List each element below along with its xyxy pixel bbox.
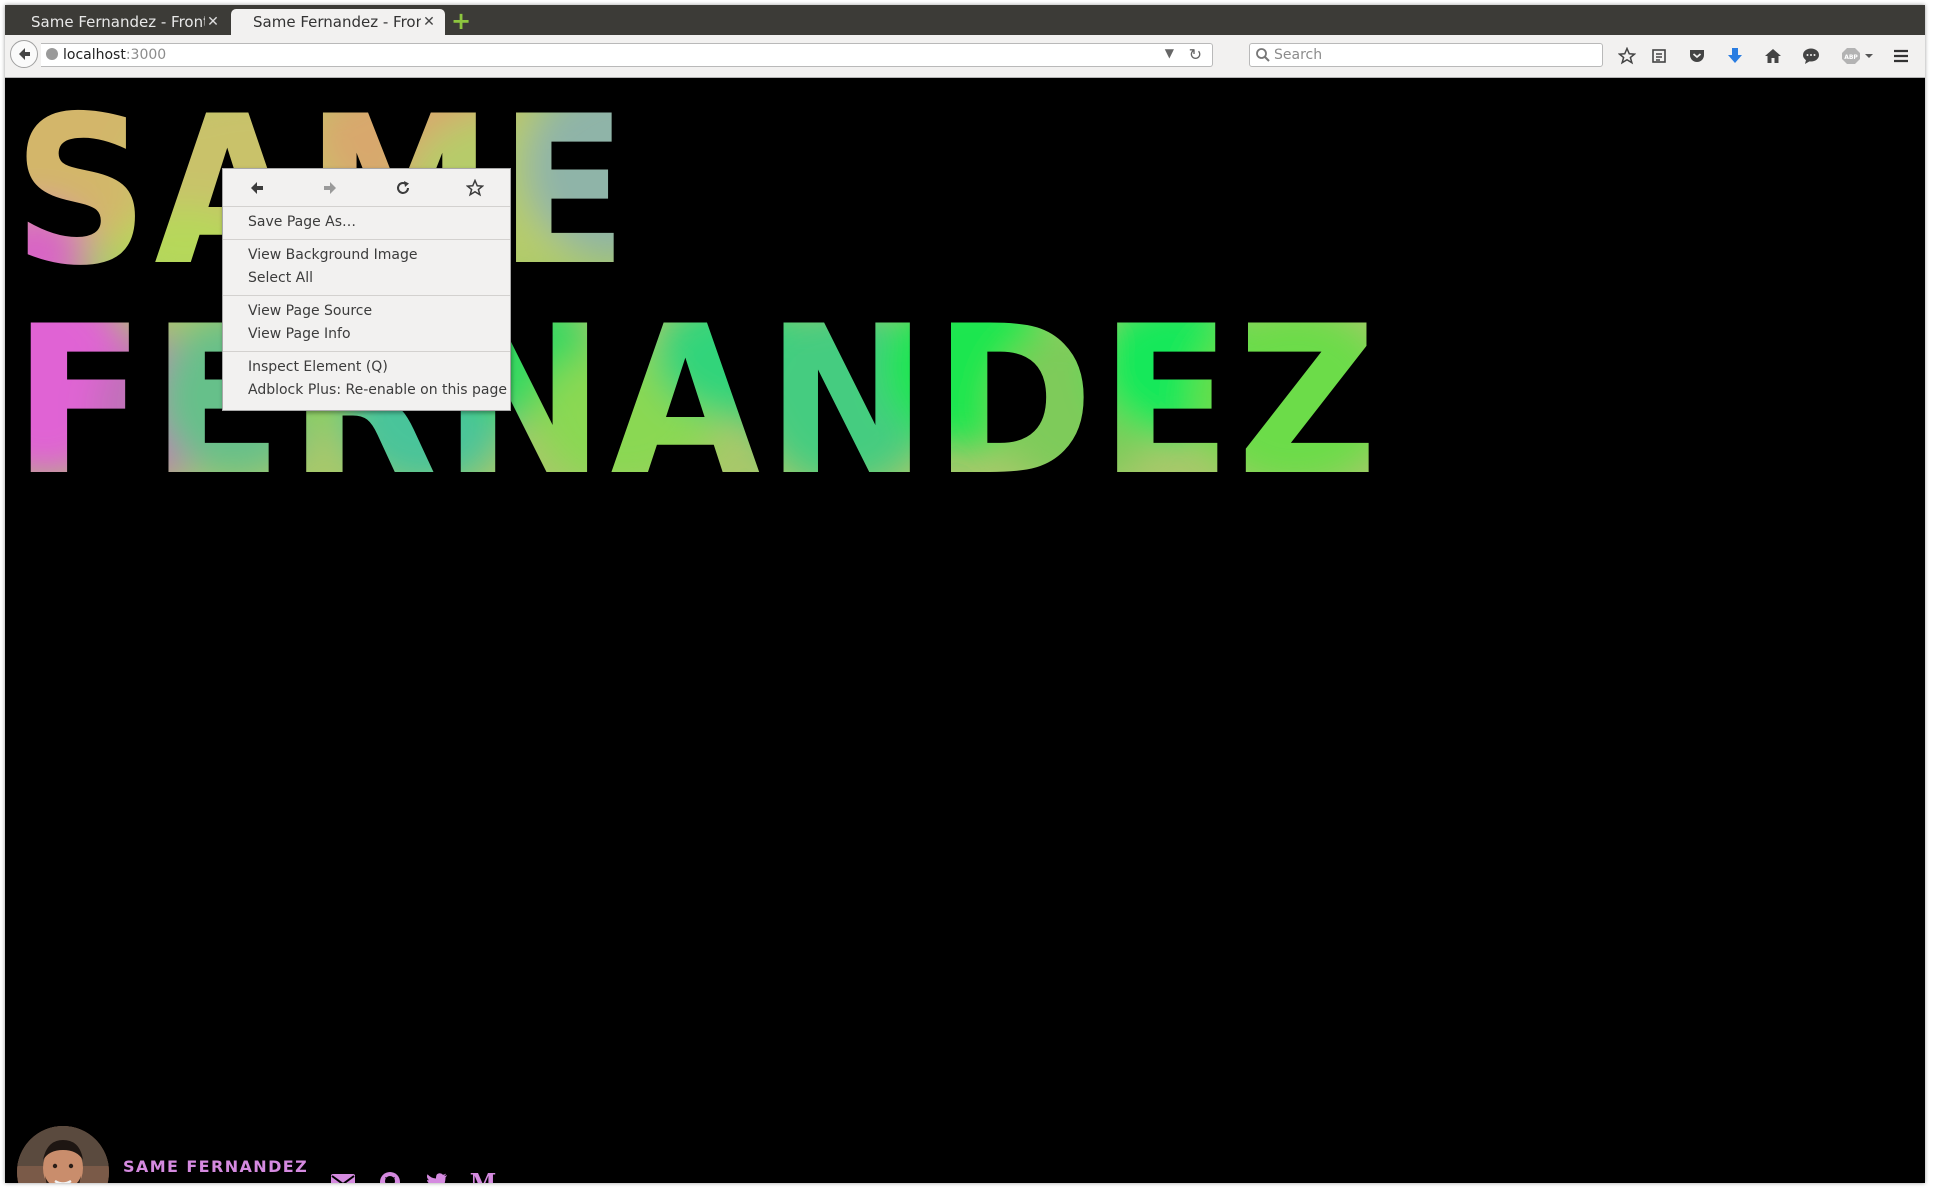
chevron-down-icon[interactable] (1862, 44, 1876, 68)
profile-name: SAME FERNANDEZ (123, 1157, 309, 1176)
back-button[interactable] (10, 40, 38, 68)
twitter-icon[interactable] (423, 1168, 451, 1183)
nav-bar: localhost:3000 ▼ ↻ Search ABP (5, 35, 1925, 78)
reading-list-icon[interactable] (1647, 44, 1671, 68)
email-icon[interactable] (329, 1168, 357, 1183)
svg-text:ABP: ABP (1844, 54, 1858, 61)
adblock-plus-icon[interactable]: ABP (1839, 44, 1863, 68)
github-icon[interactable] (376, 1168, 404, 1183)
reload-icon[interactable] (392, 177, 414, 199)
tab-1[interactable]: Same Fernandez - Front... ✕ (9, 9, 229, 35)
context-menu-nav (223, 169, 510, 206)
context-menu: Save Page As… View Background Image Sele… (222, 168, 511, 411)
close-icon[interactable]: ✕ (421, 14, 437, 30)
menu-item-adblock-reenable[interactable]: Adblock Plus: Re-enable on this page (223, 379, 510, 402)
profile-card: SAME FERNANDEZ Front-end developer M (17, 1126, 517, 1183)
menu-item-inspect-element[interactable]: Inspect Element (Q) (223, 356, 510, 379)
menu-item-select-all[interactable]: Select All (223, 267, 510, 290)
tab-strip: Same Fernandez - Front... ✕ Same Fernand… (5, 5, 1925, 35)
menu-hamburger-icon[interactable] (1889, 44, 1913, 68)
chat-icon[interactable] (1799, 44, 1823, 68)
avatar (17, 1126, 109, 1183)
medium-icon[interactable]: M (469, 1168, 497, 1184)
forward-arrow-icon[interactable] (319, 177, 341, 199)
globe-icon (46, 48, 58, 60)
bookmark-star-icon[interactable] (464, 177, 486, 199)
url-port: :3000 (125, 47, 167, 63)
chevron-down-icon[interactable]: ▼ (1165, 46, 1174, 60)
home-icon[interactable] (1761, 44, 1785, 68)
pocket-icon[interactable] (1685, 44, 1709, 68)
search-input[interactable]: Search (1249, 43, 1603, 67)
url-bar[interactable]: localhost:3000 ▼ ↻ (41, 43, 1213, 67)
browser-window: Same Fernandez - Front... ✕ Same Fernand… (5, 5, 1925, 1183)
search-icon (1256, 48, 1270, 62)
url-host: localhost (63, 47, 126, 63)
back-arrow-icon[interactable] (246, 177, 268, 199)
menu-item-view-background-image[interactable]: View Background Image (223, 244, 510, 267)
profile-role: Front-end developer (123, 1182, 272, 1183)
menu-item-view-page-info[interactable]: View Page Info (223, 323, 510, 346)
back-arrow-icon (19, 48, 30, 60)
bookmark-star-icon[interactable] (1615, 44, 1639, 68)
tab-1-title: Same Fernandez - Front... (31, 13, 205, 31)
tab-2-title: Same Fernandez - Front... (253, 13, 421, 31)
menu-item-save-page-as[interactable]: Save Page As… (223, 211, 510, 234)
download-icon[interactable] (1723, 44, 1747, 68)
menu-item-view-page-source[interactable]: View Page Source (223, 300, 510, 323)
new-tab-plus-icon[interactable]: + (451, 9, 471, 33)
tab-2-active[interactable]: Same Fernandez - Front... ✕ (231, 9, 445, 35)
url-text: localhost:3000 (63, 47, 166, 63)
close-icon[interactable]: ✕ (205, 14, 221, 30)
search-placeholder: Search (1274, 47, 1323, 63)
reload-icon[interactable]: ↻ (1189, 45, 1202, 64)
